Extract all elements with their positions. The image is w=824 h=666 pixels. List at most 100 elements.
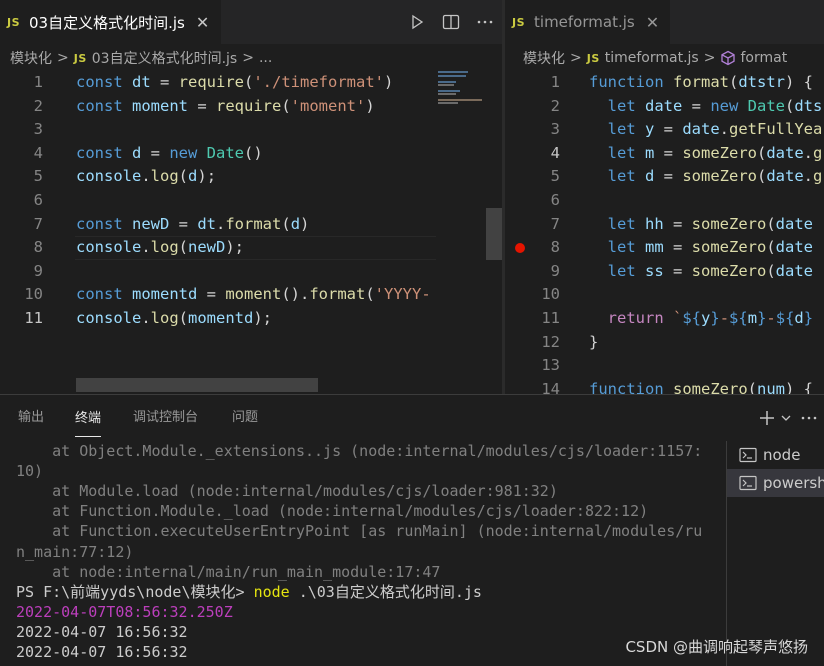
code-line[interactable]: 5 let d = someZero(date.g (505, 165, 824, 189)
code-line[interactable]: 8 let mm = someZero(date (505, 236, 824, 260)
breadcrumb-folder[interactable]: 模块化 (10, 48, 52, 68)
code-token: m (645, 143, 655, 162)
code-token: g (813, 143, 823, 162)
breadcrumb-file[interactable]: timeformat.js (605, 50, 699, 66)
line-number: 6 (33, 191, 43, 209)
line-number: 4 (33, 143, 43, 162)
code-text: } (589, 331, 598, 355)
terminal-line: at Function.Module._load (node:internal/… (16, 502, 649, 521)
code-token: ( (766, 214, 776, 233)
line-number: 12 (541, 332, 560, 351)
line-number: 10 (24, 285, 43, 304)
code-token: () (244, 143, 263, 162)
line-number: 7 (550, 214, 560, 233)
terminal-icon (739, 447, 757, 463)
tab-problems[interactable]: 问题 (232, 395, 258, 441)
close-icon[interactable]: ✕ (196, 13, 209, 32)
code-token: = (663, 261, 692, 280)
editor-actions (400, 0, 502, 44)
code-token: 'moment' (290, 96, 366, 115)
code-text: function someZero(num) { (589, 378, 813, 394)
code-line[interactable]: 4 const d = new Date() (0, 142, 502, 166)
code-token: dts (794, 96, 823, 115)
more-actions-icon[interactable] (794, 416, 824, 420)
tab-debug-console[interactable]: 调试控制台 (133, 395, 198, 441)
terminal-line: at Module.load (node:internal/modules/cj… (16, 482, 558, 501)
js-file-icon: JS (586, 51, 600, 65)
code-line[interactable]: 6 (0, 189, 502, 213)
code-line[interactable]: 7 let hh = someZero(date (505, 213, 824, 237)
code-token: let (607, 261, 645, 280)
code-line[interactable]: 6 (505, 189, 824, 213)
code-token: y (701, 309, 711, 327)
code-area[interactable]: 1 const dt = require('./timeformat') 2 cons… (0, 71, 502, 394)
code-token: ) (300, 214, 310, 233)
tab-03自定义格式化时间[interactable]: JS 03自定义格式化时间.js ✕ (0, 0, 221, 44)
code-text: let ss = someZero(date (589, 260, 813, 284)
code-area[interactable]: 1 function format(dtstr) {2 let date = ne… (505, 71, 824, 394)
chevron-right-icon: > (703, 50, 716, 66)
close-icon[interactable]: ✕ (646, 13, 659, 32)
code-token: = (654, 143, 683, 162)
line-number: 9 (33, 261, 43, 280)
code-line[interactable]: 5 console.log(d); (0, 165, 502, 189)
code-token: let (607, 167, 645, 186)
run-icon[interactable] (400, 0, 434, 44)
code-line[interactable]: 3 let y = date.getFullYea (505, 118, 824, 142)
vertical-scrollbar[interactable] (486, 208, 502, 260)
more-actions-icon[interactable] (468, 0, 502, 44)
code-token: let (607, 143, 645, 162)
horizontal-scrollbar[interactable] (76, 378, 318, 392)
tab-output[interactable]: 输出 (18, 395, 44, 441)
terminal-line: 2022-04-07 16:56:32 (16, 643, 188, 661)
minimap[interactable] (436, 71, 486, 391)
tab-terminal[interactable]: 终端 (75, 400, 102, 437)
right-editor-group: JS timeformat.js ✕ 模块化 > JS timeformat.j… (505, 0, 824, 394)
line-number: 5 (33, 167, 43, 186)
split-editor-icon[interactable] (434, 0, 468, 44)
code-line[interactable]: 8 console.log(newD); (0, 236, 502, 260)
code-token: moment (132, 96, 188, 115)
code-line[interactable]: 14 function someZero(num) { (505, 378, 824, 394)
code-token: ( (178, 238, 189, 257)
terminal-item-powershell[interactable]: powersh (727, 469, 824, 497)
terminal-output[interactable]: at Object.Module._extensions..js (node:i… (0, 441, 726, 666)
code-token: d (290, 214, 301, 233)
terminal-item-node[interactable]: node (727, 441, 824, 469)
code-token: m (747, 309, 758, 327)
chevron-right-icon: > (242, 50, 254, 66)
breadcrumb-more[interactable]: ... (259, 50, 272, 66)
terminal-list: node powersh (726, 441, 824, 666)
code-line[interactable]: 9 let ss = someZero(date (505, 260, 824, 284)
breadcrumb-file[interactable]: 03自定义格式化时间.js (92, 48, 237, 68)
code-line[interactable]: 10 const momentd = moment().format('YYYY- (0, 283, 502, 307)
code-line[interactable]: 10 (505, 283, 824, 307)
code-token: . (803, 143, 814, 162)
prompt-args: .\03自定义格式化时间.js (289, 582, 482, 601)
code-token: someZero (691, 238, 767, 257)
code-line[interactable]: 9 (0, 260, 502, 284)
code-line[interactable]: 2 const moment = require('moment') (0, 95, 502, 119)
code-line[interactable]: 11 console.log(momentd); (0, 307, 502, 331)
code-line[interactable]: 1 const dt = require('./timeformat') (0, 71, 502, 95)
code-token: new (169, 143, 207, 162)
code-line[interactable]: 11 return `${y}-${m}-${d} (505, 307, 824, 331)
code-text: console.log(d); (76, 165, 216, 189)
code-token: ) { (785, 73, 814, 91)
code-line[interactable]: 13 (505, 354, 824, 378)
code-line[interactable]: 1 function format(dtstr) { (505, 71, 824, 95)
code-token: y (645, 120, 655, 139)
new-terminal-icon[interactable] (756, 410, 778, 426)
breadcrumb-symbol[interactable]: format (740, 50, 787, 66)
prompt-path: PS F:\前端yyds\node\模块化> (16, 582, 254, 601)
breadcrumb-folder[interactable]: 模块化 (523, 48, 565, 68)
code-line[interactable]: 3 (0, 118, 502, 142)
code-text: console.log(momentd); (76, 307, 272, 331)
code-line[interactable]: 4 let m = someZero(date.g (505, 142, 824, 166)
tab-timeformat[interactable]: JS timeformat.js ✕ (505, 0, 670, 44)
code-line[interactable]: 7 const newD = dt.format(d) (0, 213, 502, 237)
chevron-down-icon[interactable] (778, 414, 794, 422)
code-line[interactable]: 2 let date = new Date(dts (505, 95, 824, 119)
code-line[interactable]: 12} (505, 331, 824, 355)
